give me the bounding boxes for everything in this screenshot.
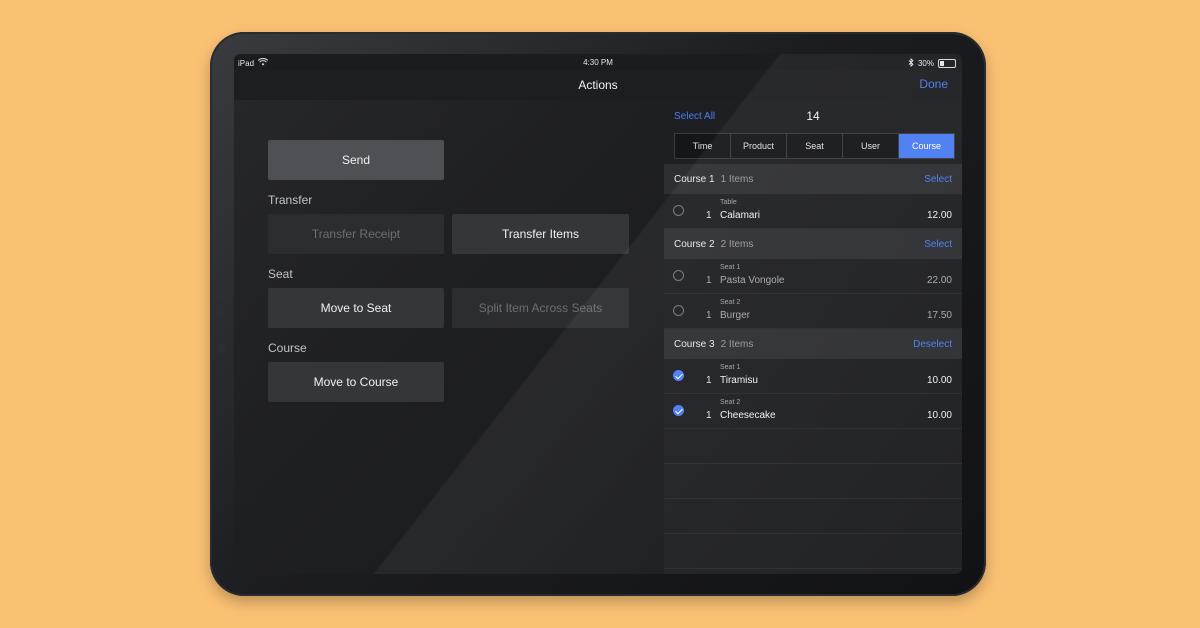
course-title: Course 1 1 Items bbox=[674, 174, 753, 185]
selection-count: 14 bbox=[806, 109, 820, 123]
item-quantity: 1 bbox=[706, 375, 712, 386]
course-header: Course 1 1 Items Select bbox=[664, 164, 962, 194]
tab-course[interactable]: Course bbox=[899, 134, 954, 158]
order-items-pane: Select All 14 Time Product Seat User Cou… bbox=[664, 100, 962, 574]
send-button[interactable]: Send bbox=[268, 140, 444, 180]
transfer-items-button[interactable]: Transfer Items bbox=[452, 214, 629, 254]
battery-percent: 30% bbox=[917, 59, 934, 68]
course-select-button[interactable]: Select bbox=[924, 174, 952, 185]
course-header: Course 3 2 Items Deselect bbox=[664, 329, 962, 359]
item-name: Pasta Vongole bbox=[720, 275, 785, 286]
move-to-seat-button[interactable]: Move to Seat bbox=[268, 288, 444, 328]
item-price: 10.00 bbox=[926, 410, 952, 421]
course-select-button[interactable]: Select bbox=[924, 239, 952, 250]
course-item-count: 1 Items bbox=[720, 174, 754, 185]
item-name: Burger bbox=[720, 310, 751, 321]
tab-product[interactable]: Product bbox=[731, 134, 787, 158]
status-bar: iPad 4:30 PM 30% bbox=[234, 54, 962, 70]
item-price: 12.00 bbox=[926, 210, 952, 221]
course-title: Course 3 2 Items bbox=[674, 339, 753, 350]
navigation-bar: Actions Done bbox=[234, 70, 962, 100]
item-name: Tiramisu bbox=[720, 375, 758, 386]
item-quantity: 1 bbox=[706, 275, 712, 286]
item-seat: Table bbox=[720, 199, 737, 206]
course-header: Course 2 2 Items Select bbox=[664, 229, 962, 259]
screen: iPad 4:30 PM 30% Actions Done Send Trans… bbox=[234, 54, 962, 574]
ipad-device: iPad 4:30 PM 30% Actions Done Send Trans… bbox=[210, 32, 986, 596]
bluetooth-icon bbox=[908, 58, 914, 69]
item-checkbox[interactable] bbox=[673, 305, 684, 316]
transfer-section-label: Transfer bbox=[268, 193, 313, 207]
status-right-group: 30% bbox=[908, 58, 956, 69]
item-name: Cheesecake bbox=[720, 410, 776, 421]
item-price: 17.50 bbox=[926, 310, 952, 321]
list-item[interactable]: 1 Seat 1 Tiramisu 10.00 bbox=[664, 359, 962, 394]
list-toolbar: Select All 14 bbox=[664, 100, 962, 130]
item-quantity: 1 bbox=[706, 210, 712, 221]
item-checkbox-checked[interactable] bbox=[673, 370, 684, 381]
empty-row bbox=[664, 499, 962, 534]
item-price: 22.00 bbox=[926, 275, 952, 286]
course-name: Course 3 bbox=[674, 339, 715, 350]
device-side-button bbox=[217, 344, 226, 353]
page-title: Actions bbox=[578, 78, 618, 92]
done-button[interactable]: Done bbox=[919, 77, 948, 91]
list-item[interactable]: 1 Seat 2 Burger 17.50 bbox=[664, 294, 962, 329]
course-section-label: Course bbox=[268, 341, 307, 355]
course-name: Course 2 bbox=[674, 239, 715, 250]
status-time: 4:30 PM bbox=[583, 58, 613, 67]
empty-row bbox=[664, 464, 962, 499]
course-deselect-button[interactable]: Deselect bbox=[913, 339, 952, 350]
item-name: Calamari bbox=[720, 210, 761, 221]
list-item[interactable]: 1 Seat 2 Cheesecake 10.00 bbox=[664, 394, 962, 429]
empty-row bbox=[664, 429, 962, 464]
device-side-button bbox=[217, 273, 226, 282]
transfer-receipt-button: Transfer Receipt bbox=[268, 214, 444, 254]
device-side-button bbox=[217, 291, 226, 300]
course-list: Course 1 1 Items Select 1 Table Calamari … bbox=[664, 164, 962, 569]
item-price: 10.00 bbox=[926, 375, 952, 386]
course-title: Course 2 2 Items bbox=[674, 239, 753, 250]
item-checkbox-checked[interactable] bbox=[673, 405, 684, 416]
list-item[interactable]: 1 Seat 1 Pasta Vongole 22.00 bbox=[664, 259, 962, 294]
item-seat: Seat 2 bbox=[720, 399, 741, 406]
device-side-button bbox=[217, 309, 226, 318]
course-name: Course 1 bbox=[674, 174, 715, 185]
course-item-count: 2 Items bbox=[720, 339, 754, 350]
list-item[interactable]: 1 Table Calamari 12.00 bbox=[664, 194, 962, 229]
group-by-segmented-control: Time Product Seat User Course bbox=[674, 133, 955, 159]
item-checkbox[interactable] bbox=[673, 205, 684, 216]
item-checkbox[interactable] bbox=[673, 270, 684, 281]
move-to-course-button[interactable]: Move to Course bbox=[268, 362, 444, 402]
item-seat: Seat 1 bbox=[720, 264, 741, 271]
tab-time[interactable]: Time bbox=[675, 134, 731, 158]
item-seat: Seat 1 bbox=[720, 364, 741, 371]
course-item-count: 2 Items bbox=[720, 239, 754, 250]
tab-user[interactable]: User bbox=[843, 134, 899, 158]
actions-pane: Send Transfer Transfer Receipt Transfer … bbox=[234, 100, 664, 574]
item-quantity: 1 bbox=[706, 310, 712, 321]
seat-section-label: Seat bbox=[268, 267, 293, 281]
empty-row bbox=[664, 534, 962, 569]
split-item-across-seats-button: Split Item Across Seats bbox=[452, 288, 629, 328]
battery-icon bbox=[938, 59, 956, 68]
item-quantity: 1 bbox=[706, 410, 712, 421]
battery-fill bbox=[940, 61, 944, 66]
tab-seat[interactable]: Seat bbox=[787, 134, 843, 158]
item-seat: Seat 2 bbox=[720, 299, 741, 306]
